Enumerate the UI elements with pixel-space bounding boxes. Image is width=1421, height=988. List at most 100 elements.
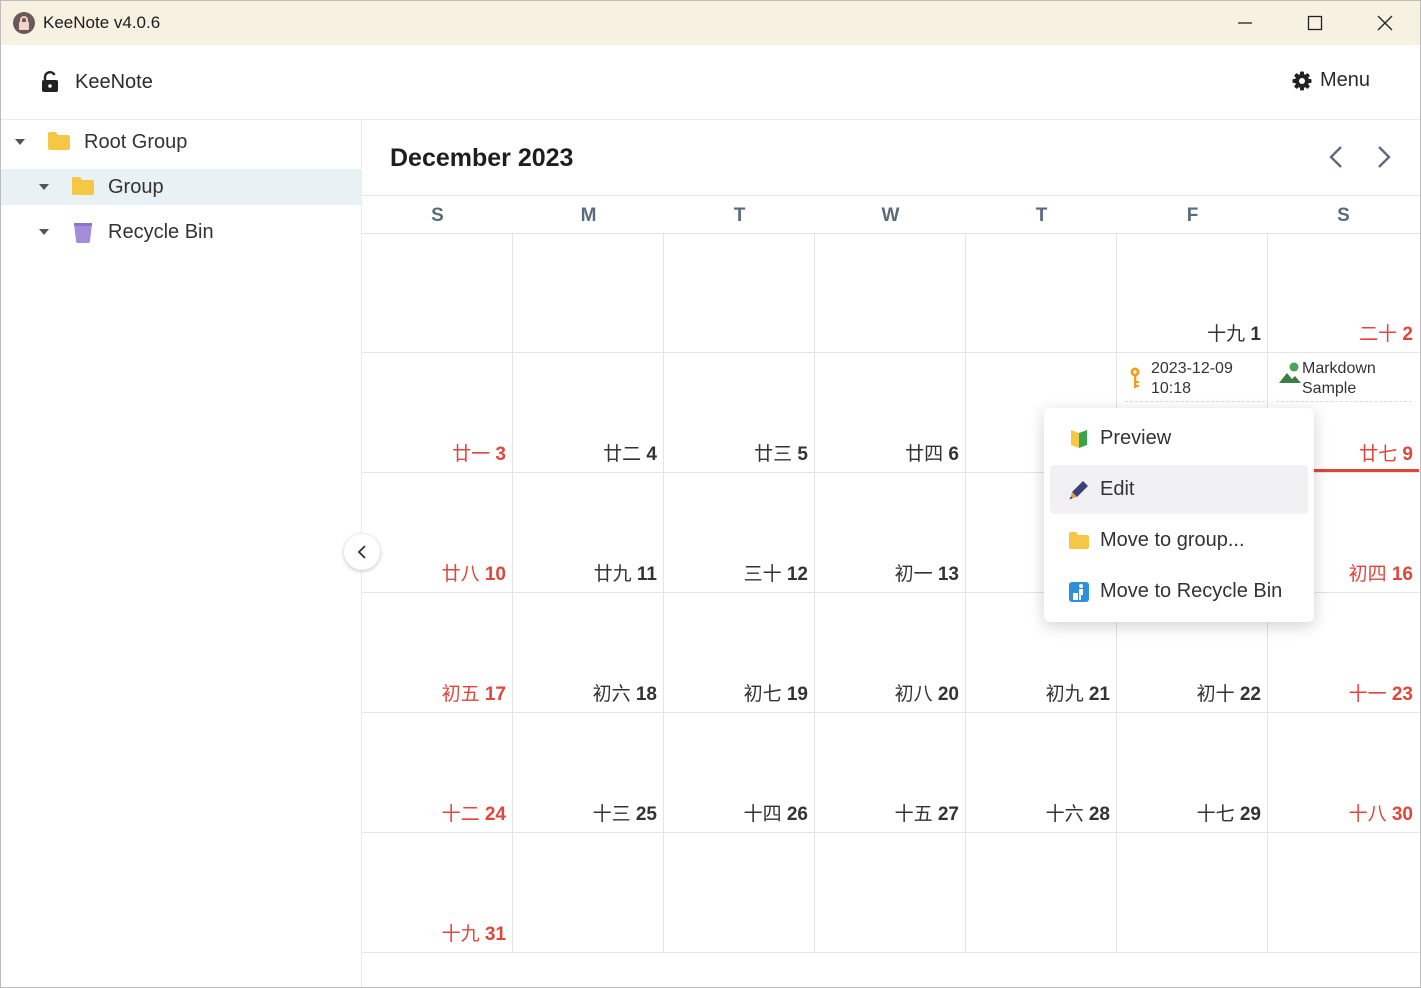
lunar-date: 廿一 (452, 444, 491, 465)
day-number: 10 (484, 564, 506, 585)
day-label: 初十 22 (1197, 679, 1261, 706)
weekday-label: T (1035, 205, 1048, 226)
day-number: 12 (786, 564, 808, 585)
recycle-bin-icon (74, 223, 92, 243)
day-label: 廿二 4 (603, 439, 657, 466)
previous-month-button[interactable] (1322, 142, 1350, 172)
caret-down-icon[interactable] (15, 139, 25, 145)
calendar-day-cell[interactable]: 初六 18 (513, 593, 664, 713)
tree-item-recycle-bin[interactable]: Recycle Bin (1, 214, 361, 250)
day-label: 初六 18 (593, 679, 657, 706)
tree-item-label: Group (108, 176, 164, 198)
event-text: Markdown Sample (1302, 359, 1376, 399)
calendar-day-cell[interactable] (1268, 833, 1419, 953)
calendar-day-cell[interactable]: 三十 12 (664, 473, 815, 593)
calendar-day-cell[interactable] (815, 233, 966, 353)
event-title-cont: Sample (1302, 380, 1357, 397)
caret-down-icon[interactable] (39, 229, 49, 235)
day-label: 初八 20 (895, 679, 959, 706)
calendar-day-cell[interactable]: 十八 30 (1268, 713, 1419, 833)
lunar-date: 十九 (1207, 324, 1246, 345)
day-label: 十四 26 (744, 799, 808, 826)
context-menu-label: Move to group... (1100, 529, 1245, 551)
day-label: 廿四 6 (905, 439, 959, 466)
context-menu-label: Move to Recycle Bin (1100, 580, 1283, 602)
calendar-day-cell[interactable] (966, 233, 1117, 353)
sidebar-tree: Root Group Group Recycle Bin (1, 120, 362, 987)
calendar-day-cell[interactable]: 廿四 6 (815, 353, 966, 473)
calendar-day-cell[interactable]: 十二 24 (362, 713, 513, 833)
day-number: 19 (786, 684, 808, 705)
window-title: KeeNote v4.0.6 (43, 13, 161, 32)
calendar-day-cell[interactable] (513, 833, 664, 953)
calendar-day-cell[interactable] (664, 833, 815, 953)
calendar-day-cell[interactable]: 初五 17 (362, 593, 513, 713)
weekday-label: W (881, 205, 900, 226)
app-window: KeeNote v4.0.6 KeeNote Menu Root Group G… (0, 0, 1421, 988)
calendar-day-cell[interactable]: 初一 13 (815, 473, 966, 593)
lunar-date: 廿四 (905, 444, 944, 465)
unlock-icon[interactable] (41, 71, 59, 93)
context-menu-edit[interactable]: Edit (1050, 465, 1308, 514)
calendar-day-cell[interactable]: 初八 20 (815, 593, 966, 713)
calendar-day-cell[interactable]: 十三 25 (513, 713, 664, 833)
context-menu-preview[interactable]: Preview (1050, 414, 1308, 463)
calendar-event[interactable]: Markdown Sample (1276, 357, 1412, 402)
calendar-day-cell[interactable] (966, 833, 1117, 953)
day-label: 廿八 10 (442, 559, 506, 586)
calendar-day-cell[interactable]: 廿八 10 (362, 473, 513, 593)
tree-item-label: Recycle Bin (108, 221, 214, 243)
calendar-day-cell[interactable]: 十九 31 (362, 833, 513, 953)
next-month-button[interactable] (1370, 142, 1398, 172)
calendar-day-cell[interactable] (362, 233, 513, 353)
calendar-day-cell[interactable]: 十九 1 (1117, 233, 1268, 353)
menu-button[interactable]: Menu (1292, 69, 1370, 92)
calendar-day-cell[interactable]: 十七 29 (1117, 713, 1268, 833)
calendar-day-cell[interactable]: 十六 28 (966, 713, 1117, 833)
weekday-label: S (431, 205, 444, 226)
collapse-sidebar-button[interactable] (344, 534, 380, 570)
chevron-left-icon (357, 545, 366, 559)
calendar-day-cell[interactable]: 初七 19 (664, 593, 815, 713)
calendar-day-cell[interactable]: 二十 2 (1268, 233, 1419, 353)
day-label: 廿三 5 (754, 439, 808, 466)
calendar-day-cell[interactable]: 廿三 5 (664, 353, 815, 473)
calendar-day-cell[interactable]: 十四 26 (664, 713, 815, 833)
day-label: 初五 17 (442, 679, 506, 706)
day-label: 初一 13 (895, 559, 959, 586)
calendar-day-cell[interactable]: 廿二 4 (513, 353, 664, 473)
calendar-day-cell[interactable]: 廿九 11 (513, 473, 664, 593)
day-label: 初九 21 (1046, 679, 1110, 706)
gear-icon (1292, 71, 1312, 90)
app-header: KeeNote Menu (1, 45, 1420, 120)
chevron-right-icon (1378, 146, 1391, 168)
maximize-button[interactable] (1285, 1, 1345, 45)
lunar-date: 十一 (1348, 684, 1387, 705)
context-menu-move-to-recycle-bin[interactable]: Move to Recycle Bin (1050, 567, 1308, 616)
tree-item-root-group[interactable]: Root Group (1, 124, 361, 160)
day-number: 29 (1239, 804, 1261, 825)
caret-down-icon[interactable] (39, 184, 49, 190)
menu-label: Menu (1319, 69, 1370, 91)
app-name: KeeNote (75, 71, 153, 93)
calendar-day-cell[interactable]: 廿一 3 (362, 353, 513, 473)
chevron-left-icon (1329, 146, 1342, 168)
calendar-day-cell[interactable] (1117, 833, 1268, 953)
minimize-button[interactable] (1215, 1, 1275, 45)
calendar-event[interactable]: 2023-12-09 10:18 (1125, 357, 1265, 402)
calendar-day-cell[interactable]: 十五 27 (815, 713, 966, 833)
calendar-day-cell[interactable] (815, 833, 966, 953)
event-title: Markdown (1302, 360, 1376, 377)
day-label: 十二 24 (442, 799, 506, 826)
calendar-day-cell[interactable] (664, 233, 815, 353)
lunar-date: 初八 (894, 684, 933, 705)
tree-item-group[interactable]: Group (1, 169, 361, 205)
lunar-date: 初一 (894, 564, 933, 585)
day-label: 二十 2 (1359, 319, 1413, 346)
context-menu-move-to-group[interactable]: Move to group... (1050, 516, 1308, 565)
calendar-day-cell[interactable] (513, 233, 664, 353)
day-number: 31 (484, 924, 506, 945)
close-button[interactable] (1355, 1, 1415, 45)
key-icon (1130, 367, 1140, 388)
day-number: 9 (1402, 444, 1413, 465)
